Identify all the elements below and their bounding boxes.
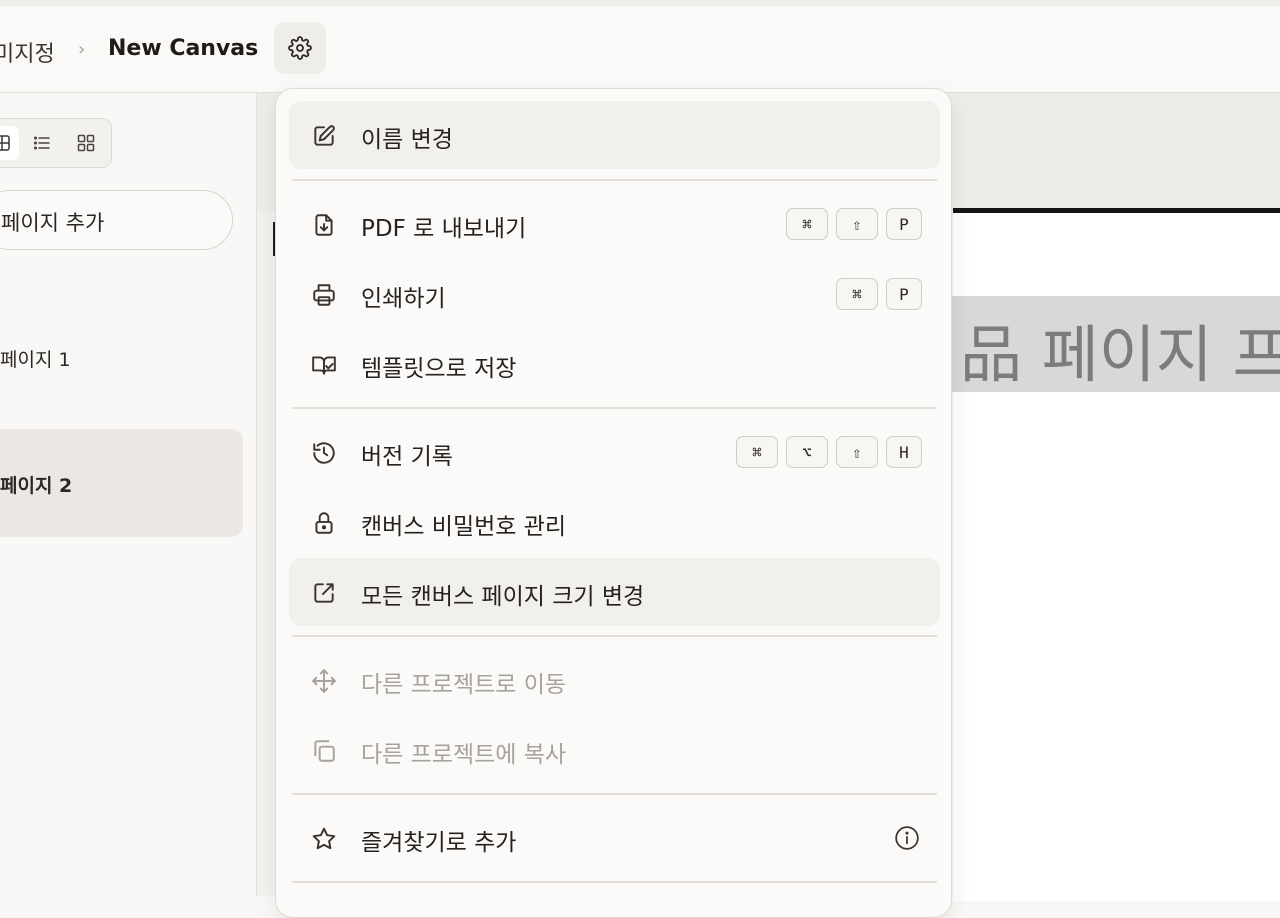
printer-icon: [313, 284, 335, 306]
view-mode-grid-button[interactable]: [0, 126, 19, 160]
shortcut-key-shift: ⇧: [836, 436, 878, 468]
page-list-item-1[interactable]: 페이지 1: [0, 323, 243, 393]
shortcut-key-cmd: ⌘: [836, 278, 878, 310]
canvas-banner-text: 品 페이지 프: [960, 318, 1280, 391]
menu-item-export-pdf[interactable]: PDF 로 내보내기 ⌘ ⇧ P: [289, 190, 940, 258]
menu-item-label: 캔버스 비밀번호 관리: [361, 514, 567, 540]
breadcrumb-parent[interactable]: 미지정: [0, 36, 55, 68]
menu-item-print[interactable]: 인쇄하기 ⌘ P: [289, 260, 940, 328]
add-page-button[interactable]: 페이지 추가: [0, 190, 233, 250]
settings-button[interactable]: [274, 22, 326, 74]
view-mode-tiles-button[interactable]: [69, 126, 103, 160]
settings-dropdown-menu: 이름 변경 PDF 로 내보내기 ⌘ ⇧ P 인쇄하기 ⌘ P 템플릿으로 저장…: [275, 88, 952, 918]
header-bar: 미지정 › New Canvas: [0, 6, 1280, 93]
view-mode-toggle: [0, 118, 112, 168]
shortcut-key-shift: ⇧: [836, 208, 878, 240]
add-page-label: 페이지 추가: [1, 211, 105, 235]
keyboard-shortcut: ⌘ ⌥ ⇧ H: [736, 436, 922, 468]
keyboard-shortcut: ⌘ ⇧ P: [786, 208, 922, 240]
copy-icon: [314, 740, 335, 762]
menu-divider: [292, 793, 937, 795]
menu-item-resize-all[interactable]: 모든 캔버스 페이지 크기 변경: [289, 558, 940, 626]
list-icon: [33, 136, 50, 150]
menu-item-label: 즐겨찾기로 추가: [361, 830, 517, 856]
grid-icon: [0, 135, 10, 151]
menu-item-label: 인쇄하기: [361, 286, 446, 312]
menu-divider: [292, 635, 937, 637]
history-icon: [313, 442, 335, 464]
info-circle-icon[interactable]: [894, 825, 920, 851]
gear-icon: [288, 36, 312, 60]
menu-item-label: 템플릿으로 저장: [361, 356, 517, 382]
shortcut-key-p: P: [886, 208, 922, 240]
page-list-item-2-selected[interactable]: 페이지 2: [0, 429, 243, 537]
shortcut-key-option: ⌥: [786, 436, 828, 468]
menu-item-move-project: 다른 프로젝트로 이동: [289, 646, 940, 714]
shortcut-key-cmd: ⌘: [786, 208, 828, 240]
keyboard-shortcut: ⌘ P: [836, 278, 922, 310]
menu-item-label: 모든 캔버스 페이지 크기 변경: [361, 584, 645, 610]
menu-item-label: PDF 로 내보내기: [361, 216, 527, 242]
page-sidebar: 페이지 추가 페이지 1 페이지 2: [0, 93, 257, 896]
menu-item-label: 이름 변경: [361, 127, 453, 153]
view-mode-list-button[interactable]: [25, 126, 59, 160]
canvas-text-block[interactable]: 品 페이지 프: [952, 296, 1280, 392]
shortcut-key-h: H: [886, 436, 922, 468]
menu-item-save-template[interactable]: 템플릿으로 저장: [289, 330, 940, 398]
menu-item-label: 다른 프로젝트에 복사: [361, 742, 567, 768]
breadcrumb-current-title[interactable]: New Canvas: [108, 36, 258, 61]
pencil-square-icon: [314, 125, 335, 146]
star-icon: [312, 827, 336, 850]
page-list-item-label: 페이지 2: [0, 475, 73, 497]
external-resize-icon: [314, 583, 334, 603]
breadcrumb-separator: ›: [78, 39, 86, 60]
lock-icon: [315, 512, 333, 534]
menu-divider: [292, 179, 937, 181]
shortcut-key-p: P: [886, 278, 922, 310]
move-arrows-icon: [312, 669, 336, 693]
menu-item-password[interactable]: 캔버스 비밀번호 관리: [289, 488, 940, 556]
menu-item-label: 버전 기록: [361, 444, 453, 470]
menu-divider: [292, 881, 937, 883]
menu-item-label: 다른 프로젝트로 이동: [361, 672, 567, 698]
menu-item-favorite[interactable]: 즐겨찾기로 추가: [289, 804, 940, 872]
page-list-item-label: 페이지 1: [0, 349, 71, 371]
menu-item-copy-project: 다른 프로젝트에 복사: [289, 716, 940, 784]
menu-item-rename[interactable]: 이름 변경: [289, 101, 940, 169]
shortcut-key-cmd: ⌘: [736, 436, 778, 468]
menu-item-version-history[interactable]: 버전 기록 ⌘ ⌥ ⇧ H: [289, 418, 940, 486]
grid-small-icon: [77, 134, 95, 152]
book-check-icon: [312, 356, 336, 375]
file-download-icon: [315, 214, 333, 236]
menu-divider: [292, 407, 937, 409]
